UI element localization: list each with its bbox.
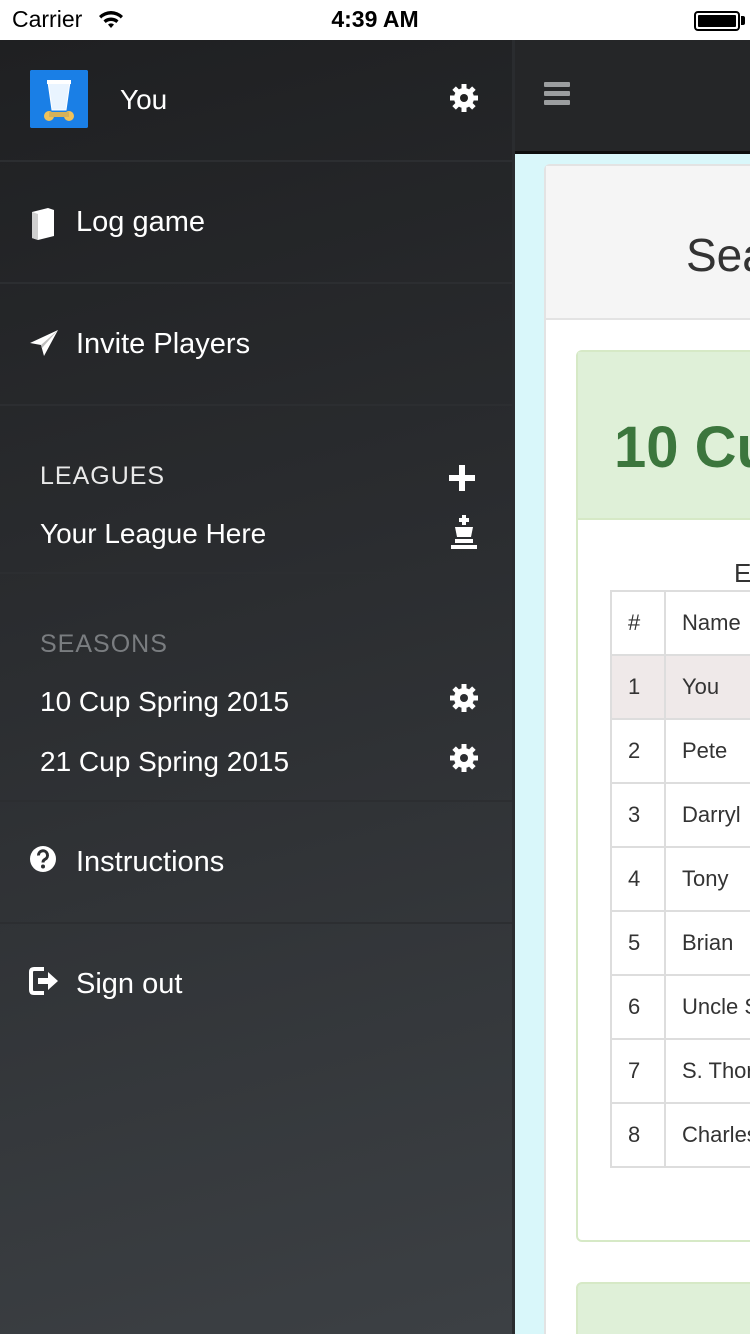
panel-title: Sea	[686, 229, 750, 281]
row-rank: 6	[610, 974, 666, 1040]
season-card-title: 10 Cu	[614, 415, 750, 480]
second-season-card-header	[576, 1282, 750, 1334]
row-rank: 2	[610, 718, 666, 784]
seasons-section: SEASONS 10 Cup Spring 2015 21 Cup Spring…	[0, 574, 512, 802]
row-name: Charles	[664, 1102, 750, 1168]
drawer-edge-shadow	[512, 40, 515, 1334]
season-item-label[interactable]: 10 Cup Spring 2015	[40, 686, 289, 718]
table-row[interactable]: 4 Tony	[610, 846, 750, 912]
status-bar: Carrier 4:39 AM	[0, 0, 750, 40]
profile-settings-gear-icon[interactable]	[444, 78, 484, 118]
row-name: Uncle S	[664, 974, 750, 1040]
nav-sign-out-label: Sign out	[76, 968, 183, 1000]
table-row[interactable]: 8 Charles	[610, 1102, 750, 1168]
row-name: You	[664, 654, 750, 720]
question-circle-icon	[28, 844, 62, 878]
leagues-header: LEAGUES	[40, 462, 166, 490]
row-rank: 4	[610, 846, 666, 912]
battery-tip	[741, 16, 745, 25]
season-panel-header: Sea	[546, 166, 750, 320]
side-drawer: You Log game Invite Players LEAGUES Your…	[0, 40, 512, 1334]
profile-row[interactable]: You	[0, 40, 512, 162]
battery-icon	[694, 11, 740, 31]
top-navbar	[512, 40, 750, 154]
season-standings-card: 10 Cu E # Name 1 You 2 Pete 3 Darryl 4 T…	[576, 350, 750, 1242]
standings-table: # Name 1 You 2 Pete 3 Darryl 4 Tony 5 Br…	[610, 590, 750, 1168]
row-name: Brian	[664, 910, 750, 976]
row-name: S. Thor	[664, 1038, 750, 1104]
row-rank: 1	[610, 654, 666, 720]
table-row[interactable]: 6 Uncle S	[610, 974, 750, 1040]
nav-invite-players-label: Invite Players	[76, 328, 251, 360]
row-rank: 5	[610, 910, 666, 976]
add-league-plus-icon[interactable]	[442, 458, 482, 498]
row-rank: 3	[610, 782, 666, 848]
table-row[interactable]: 3 Darryl	[610, 782, 750, 848]
table-caption: E	[734, 558, 750, 588]
nav-log-game-label: Log game	[76, 206, 205, 238]
row-name: Tony	[664, 846, 750, 912]
season-1-gear-icon[interactable]	[444, 678, 484, 718]
row-rank: 8	[610, 1102, 666, 1168]
nav-log-game[interactable]: Log game	[0, 162, 512, 284]
sign-out-icon	[28, 966, 62, 1000]
table-header-row: # Name	[610, 590, 750, 656]
hamburger-menu-icon[interactable]	[544, 82, 570, 106]
table-row[interactable]: 1 You	[610, 654, 750, 720]
table-row[interactable]: 5 Brian	[610, 910, 750, 976]
paper-plane-icon	[28, 328, 62, 362]
nav-sign-out[interactable]: Sign out	[0, 924, 512, 1046]
season-2-gear-icon[interactable]	[444, 738, 484, 778]
profile-name: You	[120, 84, 168, 115]
nav-instructions-label: Instructions	[76, 846, 225, 878]
nav-invite-players[interactable]: Invite Players	[0, 284, 512, 406]
season-item-label[interactable]: 21 Cup Spring 2015	[40, 746, 289, 778]
nav-instructions[interactable]: Instructions	[0, 802, 512, 924]
book-icon	[28, 206, 62, 240]
table-row[interactable]: 7 S. Thor	[610, 1038, 750, 1104]
row-name: Darryl	[664, 782, 750, 848]
season-card-header: 10 Cu	[578, 352, 750, 520]
status-time: 4:39 AM	[331, 6, 419, 32]
seasons-header: SEASONS	[40, 630, 168, 658]
row-rank: 7	[610, 1038, 666, 1104]
column-header-rank: #	[610, 590, 666, 656]
table-row[interactable]: 2 Pete	[610, 718, 750, 784]
row-name: Pete	[664, 718, 750, 784]
avatar-cup-icon	[30, 70, 88, 128]
leagues-section: LEAGUES Your League Here	[0, 406, 512, 574]
column-header-name: Name	[664, 590, 750, 656]
league-item-label[interactable]: Your League Here	[40, 518, 266, 550]
main-content: Sea 10 Cu E # Name 1 You 2 Pete 3 Darryl	[512, 40, 750, 1334]
chess-king-icon[interactable]	[444, 512, 484, 552]
